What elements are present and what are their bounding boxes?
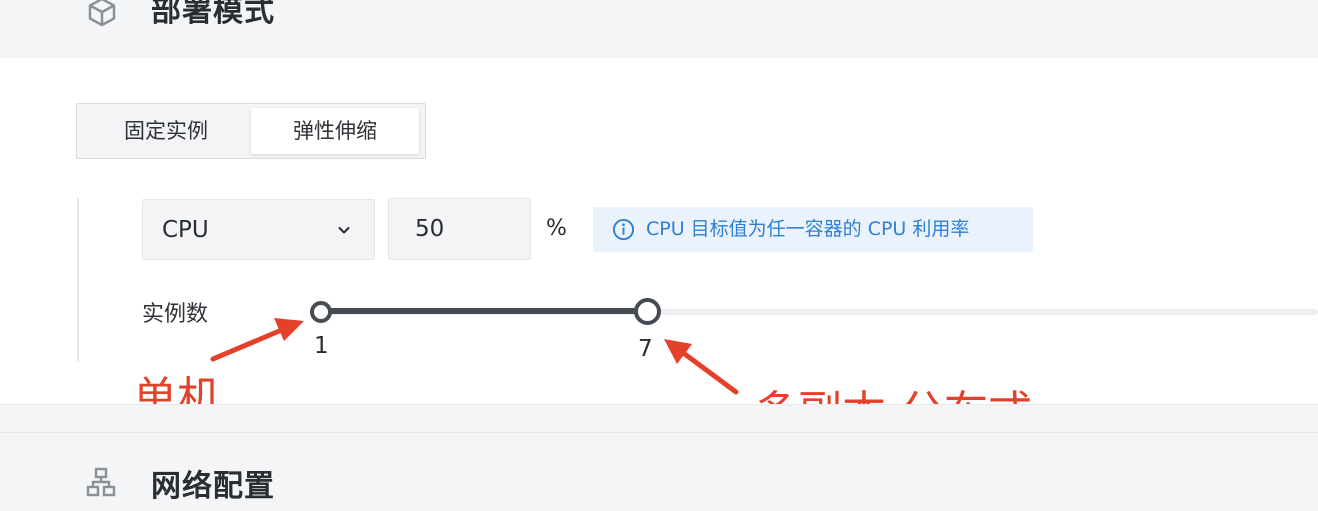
network-icon <box>86 467 116 497</box>
arrow-to-max <box>664 339 739 395</box>
network-section-title: 网络配置 <box>151 469 275 504</box>
arrow-to-min <box>210 318 304 362</box>
section-separator <box>0 404 1318 433</box>
network-section-header: 网络配置 <box>0 432 1318 511</box>
